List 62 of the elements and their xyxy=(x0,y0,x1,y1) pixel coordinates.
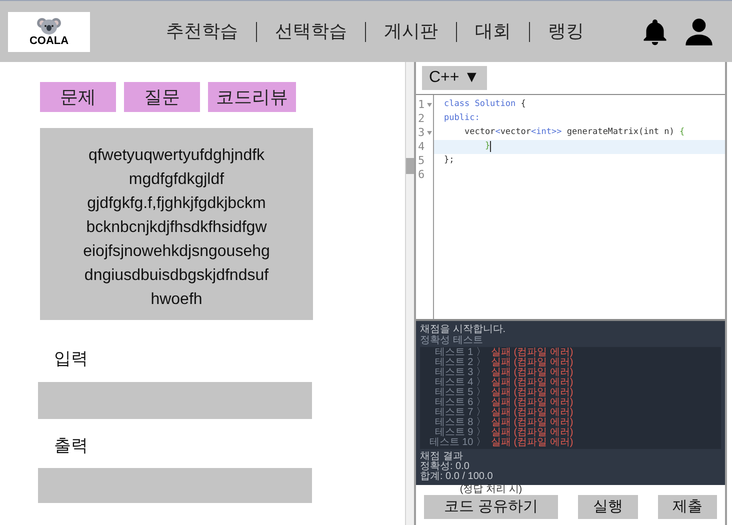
line-number: 2 xyxy=(418,113,425,124)
fold-icon[interactable] xyxy=(426,130,432,135)
test-name: 테스트 10 〉 xyxy=(428,438,486,448)
code-line: public: xyxy=(444,113,480,124)
test-name: 테스트 7 〉 xyxy=(434,408,486,418)
line-number: 1 xyxy=(418,99,425,110)
test-name: 테스트 1 〉 xyxy=(434,348,486,358)
line-number: 6 xyxy=(418,169,425,180)
logo-text: COALA xyxy=(29,34,69,46)
test-result: 실패 (컴파일 에러) xyxy=(491,378,574,388)
summary-line: 정확성: 0.0 xyxy=(420,462,470,472)
fold-icon[interactable] xyxy=(426,102,432,107)
test-name: 테스트 9 〉 xyxy=(434,428,486,438)
test-result: 실패 (컴파일 에러) xyxy=(491,368,574,378)
test-result: 실패 (컴파일 에러) xyxy=(491,438,574,448)
test-name: 테스트 8 〉 xyxy=(434,418,486,428)
share-note: (정답 처리 시) xyxy=(460,484,522,495)
nav-link[interactable]: 추천학습 xyxy=(166,18,238,45)
code-line: }; xyxy=(444,155,454,166)
console-subtitle: 정확성 테스트 xyxy=(420,336,484,346)
console-title: 채점을 시작합니다. xyxy=(420,325,507,336)
input-label: 입력 xyxy=(54,348,89,370)
test-result: 실패 (컴파일 에러) xyxy=(491,348,574,358)
test-name: 테스트 4 〉 xyxy=(434,378,486,388)
submit-button[interactable]: 제출 xyxy=(658,494,717,519)
summary-line: 합계: 0.0 / 100.0 xyxy=(420,472,494,482)
test-result: 실패 (컴파일 에러) xyxy=(491,418,574,428)
line-number: 4 xyxy=(418,141,425,152)
test-name: 테스트 6 〉 xyxy=(434,398,486,408)
test-name: 테스트 2 〉 xyxy=(434,358,486,368)
code-line: class Solution { xyxy=(444,99,526,110)
input-field[interactable] xyxy=(38,382,312,418)
run-button[interactable]: 실행 xyxy=(578,494,638,519)
nav-link[interactable]: 선택학습 xyxy=(275,18,347,45)
code-line: } xyxy=(484,141,490,152)
problem-tab[interactable]: 코드리뷰 xyxy=(208,82,296,112)
output-field[interactable] xyxy=(38,468,312,503)
test-result: 실패 (컴파일 에러) xyxy=(491,398,574,408)
koala-icon xyxy=(37,16,61,34)
problem-tab[interactable]: 질문 xyxy=(124,82,200,112)
test-name: 테스트 5 〉 xyxy=(434,388,486,398)
code-editor[interactable]: 1 2 3 4 5 6 class Solution { public: vector<vector<int>> generateMatrix(int n) { } }; xyxy=(416,94,725,320)
problem-description: qfwetyuqwertyufdghjndfk mgdfgfdkgjldf gjdfgkfg.f,fjghkjfgdkjbckm bcknbcnjkdjfhsdkfhsidfgw eiojfsjnowehkdjsngousehg dngiusdbuisdbgskjdfndsuf hwoefh xyxy=(40,128,313,320)
test-result: 실패 (컴파일 에러) xyxy=(491,358,574,368)
problem-tab[interactable]: 문제 xyxy=(40,82,116,112)
share-code-button[interactable]: 코드 공유하기 xyxy=(424,494,558,519)
logo[interactable]: COALA xyxy=(8,12,90,52)
nav-link[interactable]: 대회 xyxy=(475,18,511,45)
language-dropdown[interactable]: C++ ▼ xyxy=(422,66,487,90)
test-name: 테스트 3 〉 xyxy=(434,368,486,378)
test-result: 실패 (컴파일 에러) xyxy=(491,408,574,418)
summary-line: 채점 결과 xyxy=(420,452,463,462)
splitter-handle[interactable] xyxy=(406,158,414,174)
nav-link[interactable]: 랭킹 xyxy=(548,18,584,45)
line-number: 3 xyxy=(418,127,425,138)
test-result: 실패 (컴파일 에러) xyxy=(491,388,574,398)
code-line: vector<vector<int>> generateMatrix(int n) { xyxy=(463,127,685,138)
test-result: 실패 (컴파일 에러) xyxy=(491,428,574,438)
text-cursor xyxy=(490,141,492,152)
nav-link[interactable]: 게시판 xyxy=(384,18,438,45)
output-label: 출력 xyxy=(54,434,89,456)
line-number: 5 xyxy=(418,155,425,166)
